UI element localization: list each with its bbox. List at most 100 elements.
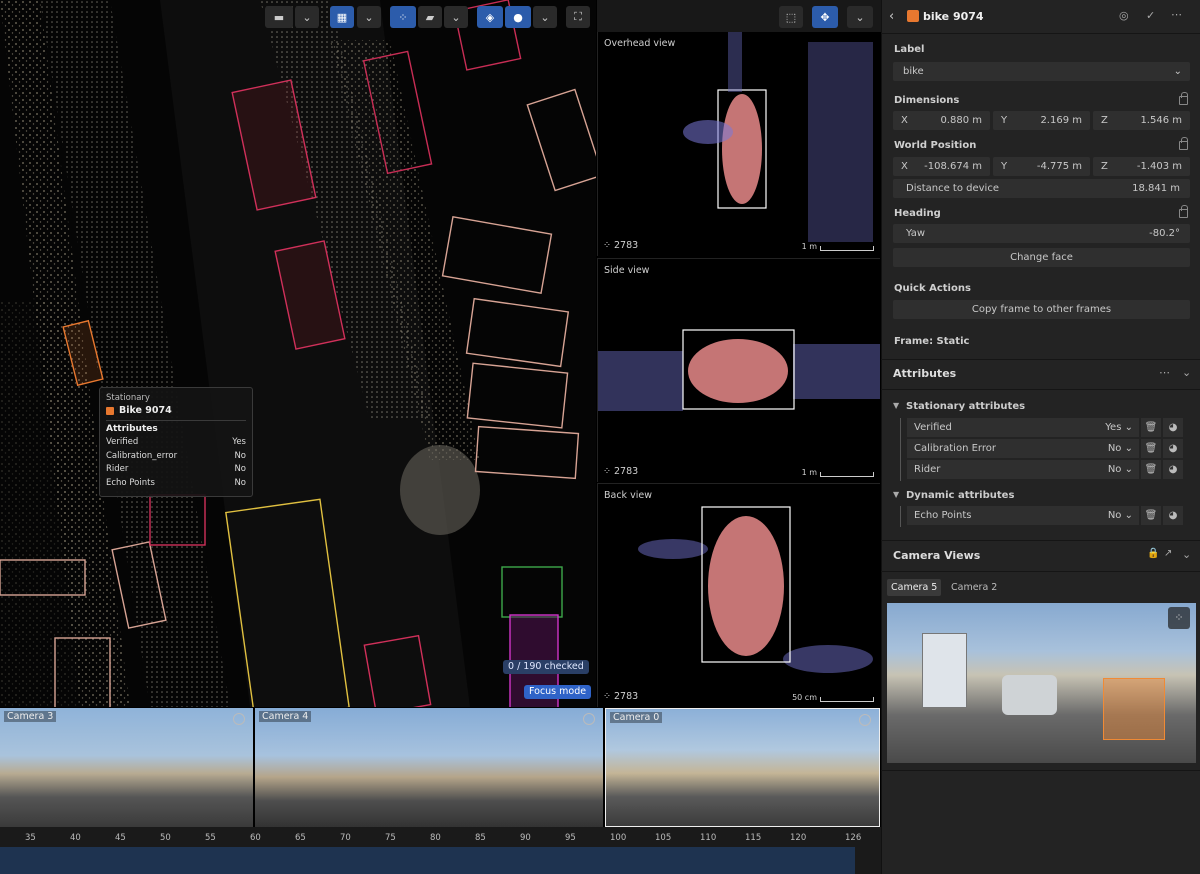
overhead-points (683, 32, 873, 242)
external-link-icon[interactable]: ↗ (1164, 548, 1172, 559)
tooltip-section: Attributes (106, 424, 158, 434)
tooltip-value: No (234, 464, 246, 474)
caret-down-icon[interactable]: ▼ (893, 401, 899, 410)
trash-icon[interactable]: 🗑 (1141, 439, 1161, 458)
tooltip-value: No (234, 450, 246, 461)
trash-icon[interactable]: 🗑 (1141, 460, 1161, 479)
camera-thumbnail[interactable]: Camera 3 (0, 708, 253, 827)
axis-label: X (901, 161, 908, 172)
move-icon[interactable]: ✥ (812, 6, 838, 28)
more-icon[interactable]: ⋯ (1171, 8, 1182, 21)
group-guide (900, 506, 901, 527)
points-icon[interactable]: ⁘ (1168, 607, 1190, 629)
views-toolbar: ⬚ ✥ ⌄ (597, 0, 881, 32)
heading-heading: Heading (894, 208, 941, 219)
color-swatch-icon (106, 406, 114, 415)
chevron-down-icon[interactable]: ⌄ (847, 6, 873, 28)
point-count-value: 2783 (613, 691, 639, 702)
point-count: ⁘ 2783 (603, 466, 639, 477)
palette-icon[interactable]: ◕ (1163, 418, 1183, 437)
dynamic-group-label: Dynamic attributes (906, 490, 1015, 501)
world-x-field[interactable]: X -108.674 m (893, 157, 990, 176)
back-view[interactable]: Back view ⁘ 2783 50 cm (597, 483, 880, 707)
frame-static-label: Frame: Static (894, 336, 970, 347)
axis-label: Z (1101, 115, 1108, 126)
copy-frame-button[interactable]: Copy frame to other frames (893, 300, 1190, 319)
target-icon[interactable] (233, 713, 245, 725)
fullscreen-icon[interactable]: ⛶ (566, 6, 590, 28)
chevron-down-icon: ⌄ (1173, 66, 1182, 77)
camera-thumbnail-selected[interactable]: Camera 0 (605, 708, 880, 827)
attribute-value: No (1107, 464, 1122, 475)
attribute-value: Yes (1105, 422, 1122, 433)
dimension-z-field[interactable]: Z 1.546 m (1093, 111, 1190, 130)
lock-icon[interactable] (1179, 92, 1188, 105)
camera-preview[interactable]: ⁘ (887, 603, 1196, 763)
attribute-row[interactable]: Calibration Error No ⌄ 🗑 ◕ (907, 439, 1193, 458)
chevron-down-icon[interactable]: ⌄ (533, 6, 557, 28)
change-face-button[interactable]: Change face (893, 248, 1190, 267)
tab-camera-2[interactable]: Camera 2 (948, 579, 1000, 596)
label-select[interactable]: bike ⌄ (893, 62, 1190, 81)
point-cloud-canvas[interactable] (0, 0, 596, 707)
timeline-track[interactable] (0, 847, 855, 874)
tag-icon[interactable]: ▰ (418, 6, 442, 28)
target-icon[interactable]: ◎ (1119, 9, 1129, 22)
attribute-row[interactable]: Rider No ⌄ 🗑 ◕ (907, 460, 1193, 479)
attribute-name: Verified (914, 422, 952, 433)
attribute-value-select[interactable]: No ⌄ (1108, 510, 1133, 521)
trash-icon[interactable]: 🗑 (1141, 418, 1161, 437)
tooltip-key: Echo Points (106, 477, 155, 488)
select-box-icon[interactable]: ⬚ (779, 6, 803, 28)
side-view[interactable]: Side view ⁘ 2783 1 m (597, 258, 880, 482)
back-icon[interactable]: ‹ (889, 9, 894, 24)
timeline-tick: 35 (25, 833, 36, 843)
check-icon[interactable]: ✓ (1146, 9, 1155, 22)
chevron-down-icon[interactable]: ⌄ (1182, 366, 1191, 379)
axis-label: Y (1001, 115, 1008, 126)
layout-grid-icon[interactable]: ▦ (330, 6, 354, 28)
camera-thumbnail[interactable]: Camera 4 (255, 708, 603, 827)
world-z-field[interactable]: Z -1.403 m (1093, 157, 1190, 176)
timeline-tick: 105 (655, 833, 672, 843)
attribute-name: Rider (914, 464, 941, 475)
palette-icon[interactable]: ◕ (1163, 439, 1183, 458)
back-points (638, 506, 873, 673)
chevron-down-icon[interactable]: ⌄ (357, 6, 381, 28)
target-icon[interactable] (859, 714, 871, 726)
color-swatch-icon[interactable] (907, 10, 919, 22)
axis-value: -1.403 m (1136, 161, 1182, 172)
palette-icon[interactable]: ◕ (1163, 460, 1183, 479)
target-icon[interactable] (583, 713, 595, 725)
tab-camera-5[interactable]: Camera 5 (887, 579, 942, 596)
chevron-down-icon[interactable]: ⌄ (295, 6, 319, 28)
point-cloud-viewport[interactable]: ▬ ⌄ ▦ ⌄ ⁘ ▰ ⌄ ◈ ● ⌄ ⛶ Stationary Bike 90… (0, 0, 596, 707)
focus-mode-button[interactable]: Focus mode (524, 685, 592, 699)
circle-icon[interactable]: ● (505, 6, 531, 28)
dimension-y-field[interactable]: Y 2.169 m (993, 111, 1090, 130)
attribute-value-select[interactable]: No ⌄ (1108, 464, 1133, 475)
lock-icon[interactable] (1179, 137, 1188, 150)
trash-icon[interactable]: 🗑 (1141, 506, 1161, 525)
dimension-x-field[interactable]: X 0.880 m (893, 111, 990, 130)
points-icon[interactable]: ⁘ (390, 6, 416, 28)
more-icon[interactable]: ⋯ (1159, 366, 1170, 379)
timeline[interactable]: 35 40 45 50 55 60 65 70 75 80 85 90 95 100 105 110 115 12… (0, 827, 881, 874)
palette-icon[interactable]: ◕ (1163, 506, 1183, 525)
world-y-field[interactable]: Y -4.775 m (993, 157, 1090, 176)
video-camera-icon[interactable]: ▬ (265, 6, 293, 28)
attribute-row[interactable]: Verified Yes ⌄ 🗑 ◕ (907, 418, 1193, 437)
layers-icon[interactable]: ◈ (477, 6, 503, 28)
lock-icon[interactable]: 🔒 (1147, 548, 1159, 559)
caret-down-icon[interactable]: ▼ (893, 490, 899, 499)
attribute-row[interactable]: Echo Points No ⌄ 🗑 ◕ (907, 506, 1193, 525)
tooltip-row: Echo Points No (106, 477, 246, 491)
view-title: Overhead view (604, 38, 676, 49)
yaw-field[interactable]: Yaw -80.2° (893, 224, 1190, 243)
attribute-value-select[interactable]: Yes ⌄ (1105, 422, 1133, 433)
lock-icon[interactable] (1179, 205, 1188, 218)
chevron-down-icon[interactable]: ⌄ (1182, 548, 1191, 561)
chevron-down-icon[interactable]: ⌄ (444, 6, 468, 28)
attribute-value-select[interactable]: No ⌄ (1108, 443, 1133, 454)
overhead-view[interactable]: Overhead view ⁘ 2783 1 m (597, 32, 880, 256)
